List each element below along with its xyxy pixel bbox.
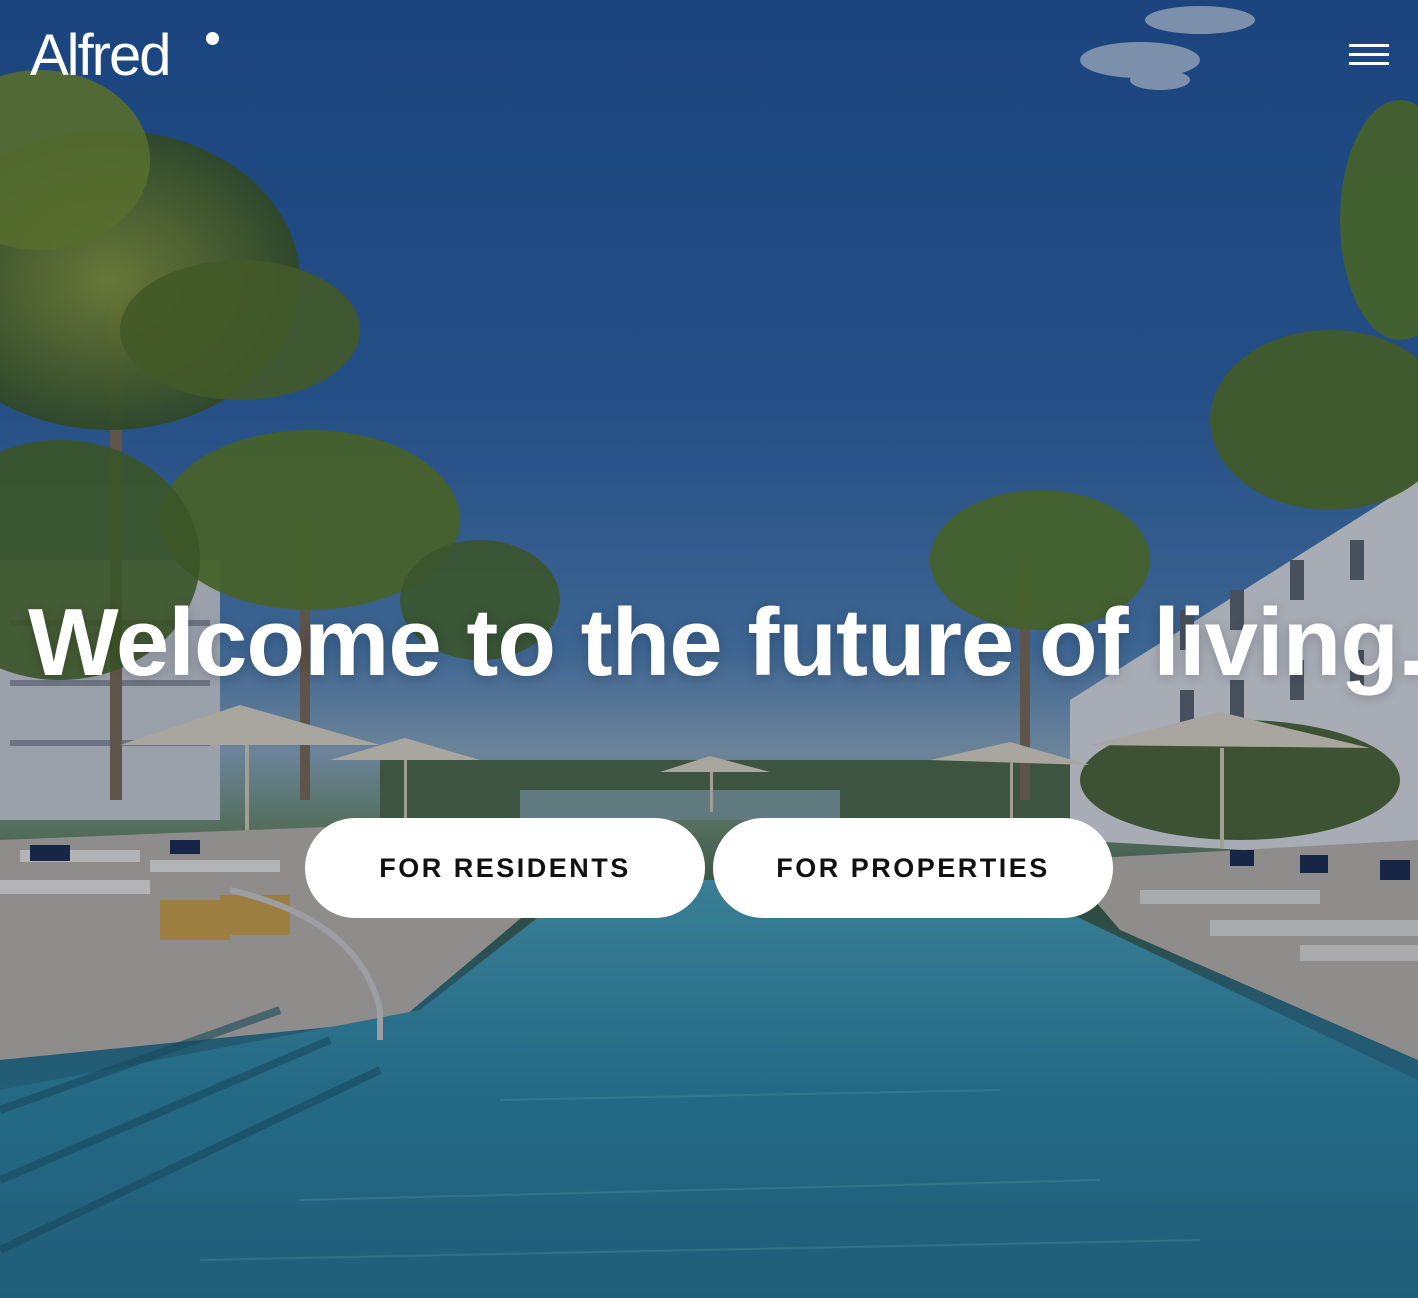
menu-line <box>1349 53 1389 56</box>
hamburger-menu-icon[interactable] <box>1348 42 1390 70</box>
menu-line <box>1349 62 1389 65</box>
logo-dot-mark <box>206 32 219 45</box>
hero-headline: Welcome to the future of living. <box>28 589 1418 696</box>
hero-section: Alfred Welcome to the future of living. … <box>0 0 1418 1298</box>
menu-line <box>1349 44 1389 47</box>
for-properties-button[interactable]: FOR PROPERTIES <box>713 818 1113 918</box>
alfred-logo[interactable]: Alfred <box>30 24 172 88</box>
for-residents-button[interactable]: FOR RESIDENTS <box>305 818 705 918</box>
